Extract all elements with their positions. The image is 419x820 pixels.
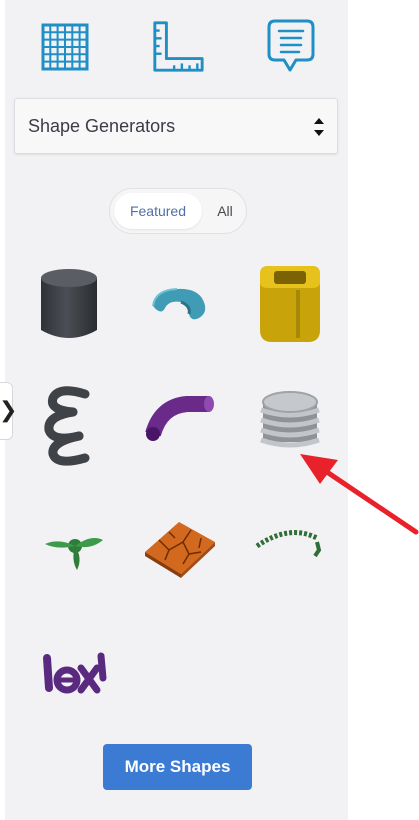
- tab-all[interactable]: All: [206, 193, 244, 229]
- ruler-icon: [153, 21, 204, 72]
- tube-box-icon: [260, 266, 320, 342]
- featured-all-toggle: Featured All: [109, 188, 247, 234]
- tab-featured[interactable]: Featured: [114, 193, 202, 229]
- notes-button[interactable]: [263, 18, 319, 76]
- category-select[interactable]: Shape Generators: [14, 98, 338, 154]
- shape-propeller[interactable]: [29, 502, 119, 592]
- chevron-right-icon: ❯: [0, 397, 18, 422]
- annotation-arrow-icon: [300, 454, 419, 535]
- shape-torus[interactable]: [139, 260, 229, 350]
- propeller-icon: [45, 538, 103, 570]
- shape-spring[interactable]: [29, 380, 119, 470]
- cylinder-icon: [41, 269, 97, 338]
- shape-bent-pipe[interactable]: [139, 380, 229, 470]
- grid-icon: [41, 23, 89, 71]
- category-select-value: Shape Generators: [28, 116, 176, 136]
- torus-icon: [152, 288, 206, 320]
- shape-voronoi-tile[interactable]: [139, 502, 229, 592]
- view-toolbar: [5, 18, 348, 76]
- bent-pipe-icon: [145, 396, 214, 441]
- ruler-button[interactable]: [150, 18, 206, 76]
- grid-button[interactable]: [37, 18, 93, 76]
- spring-icon: [44, 386, 90, 466]
- shape-cylinder[interactable]: [27, 260, 117, 350]
- shapes-panel: Shape Generators Featured All More Shape…: [5, 0, 348, 820]
- notes-icon: [267, 19, 315, 72]
- panel-collapse-tab[interactable]: ❯: [0, 382, 17, 440]
- sort-arrows-icon: [314, 118, 324, 136]
- shape-tube-box[interactable]: [250, 260, 340, 350]
- text-extrusion-icon: [43, 652, 107, 694]
- more-shapes-button[interactable]: More Shapes: [103, 744, 252, 790]
- shape-text-extrusion[interactable]: [29, 638, 119, 728]
- voronoi-tile-icon: [145, 522, 215, 578]
